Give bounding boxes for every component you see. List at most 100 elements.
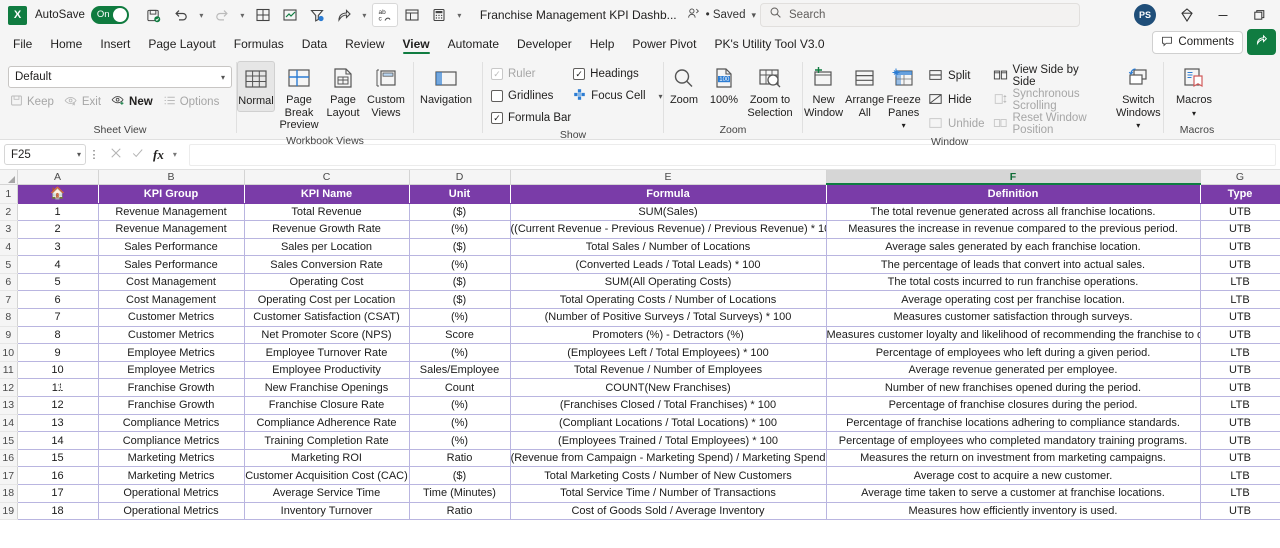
cell-kpi-name[interactable]: Training Completion Rate: [244, 431, 410, 450]
cell-kpi-group[interactable]: Employee Metrics: [98, 343, 245, 362]
cell-kpi-name[interactable]: Employee Turnover Rate: [244, 343, 410, 362]
tab-review[interactable]: Review: [336, 34, 393, 56]
cell-kpi-group[interactable]: Compliance Metrics: [98, 431, 245, 450]
cell-definition[interactable]: Measures customer loyalty and likelihood…: [826, 326, 1201, 345]
table-row[interactable]: 8 7 Customer Metrics Customer Satisfaction …: [0, 308, 1280, 327]
column-header-f[interactable]: F: [826, 170, 1201, 185]
cell-kpi-name[interactable]: Total Revenue: [244, 203, 410, 222]
chevron-down-icon[interactable]: ▾: [659, 92, 663, 101]
column-header-b[interactable]: B: [98, 170, 245, 185]
cell-kpi-group[interactable]: Cost Management: [98, 273, 245, 292]
minimize-button[interactable]: [1206, 0, 1240, 30]
cell-unit[interactable]: Time (Minutes): [409, 484, 511, 503]
undo-icon[interactable]: [168, 3, 194, 27]
zoom-button[interactable]: Zoom: [664, 61, 704, 110]
cell-type[interactable]: UTB: [1200, 203, 1280, 222]
share-arrow-icon[interactable]: [331, 3, 357, 27]
cell-kpi-name[interactable]: Operating Cost per Location: [244, 290, 410, 310]
cell-kpi-group[interactable]: Revenue Management: [98, 220, 245, 239]
cell-kpi-group[interactable]: Operational Metrics: [98, 484, 245, 503]
cell-number[interactable]: 13: [17, 414, 99, 433]
chevron-down-icon[interactable]: ▾: [173, 150, 177, 159]
cell-formula[interactable]: Total Revenue / Number of Employees: [510, 361, 827, 380]
search-box[interactable]: Search: [760, 3, 1080, 27]
cell-unit[interactable]: Ratio: [409, 449, 511, 468]
cell-kpi-name[interactable]: Employee Productivity: [244, 361, 410, 380]
cell-unit[interactable]: ($): [409, 273, 511, 292]
cell-unit[interactable]: (%): [409, 396, 511, 415]
cell-kpi-group[interactable]: Franchise Growth: [98, 378, 245, 398]
row-header-15[interactable]: 15: [0, 431, 18, 450]
cell-formula[interactable]: (Franchises Closed / Total Franchises) *…: [510, 396, 827, 415]
table-row[interactable]: 15 14 Compliance Metrics Training Completio…: [0, 431, 1280, 450]
tab-formulas[interactable]: Formulas: [225, 34, 293, 56]
cell-definition[interactable]: Average time taken to serve a customer a…: [826, 484, 1201, 503]
undo-dropdown-icon[interactable]: ▾: [195, 3, 208, 27]
tab-home[interactable]: Home: [41, 34, 91, 56]
ruler-checkbox-row[interactable]: ✓ Ruler: [491, 63, 573, 85]
table-row[interactable]: 13 12 Franchise Growth Franchise Closure Ra…: [0, 396, 1280, 415]
cell-number[interactable]: 9: [17, 343, 99, 362]
qat-more-icon[interactable]: ▾: [453, 3, 466, 27]
row-header-10[interactable]: 10: [0, 343, 18, 362]
cell-kpi-group[interactable]: Compliance Metrics: [98, 414, 245, 433]
table-row[interactable]: 14 13 Compliance Metrics Compliance Adheren…: [0, 414, 1280, 433]
focus-cell-row[interactable]: Focus Cell ▾: [573, 85, 663, 107]
cell-definition[interactable]: Measures the return on investment from m…: [826, 449, 1201, 468]
tab-file[interactable]: File: [4, 34, 41, 56]
cell-kpi-group[interactable]: Customer Metrics: [98, 326, 245, 345]
cell-unit[interactable]: (%): [409, 431, 511, 450]
cell-unit[interactable]: Sales/Employee: [409, 361, 511, 380]
cell-definition[interactable]: Average cost to acquire a new customer.: [826, 466, 1201, 485]
tab-power-pivot[interactable]: Power Pivot: [623, 34, 705, 56]
name-box-more-icon[interactable]: ⋮: [86, 148, 102, 161]
macros-button[interactable]: Macros ▾: [1164, 61, 1224, 122]
column-header-d[interactable]: D: [409, 170, 511, 185]
row-header-7[interactable]: 7: [0, 290, 18, 310]
table-row[interactable]: 4 3 Sales Performance Sales per Location ($)…: [0, 238, 1280, 257]
cell-kpi-group[interactable]: Cost Management: [98, 290, 245, 310]
cell-formula[interactable]: (Employees Trained / Total Employees) * …: [510, 431, 827, 450]
enter-check-icon[interactable]: [131, 147, 144, 162]
table-row[interactable]: 11 10 Employee Metrics Employee Productivit…: [0, 361, 1280, 380]
row-header-16[interactable]: 16: [0, 449, 18, 468]
cell-kpi-name[interactable]: Sales Conversion Rate: [244, 255, 410, 274]
keep-sheet-view-button[interactable]: Keep: [10, 94, 54, 110]
comments-button[interactable]: Comments: [1152, 30, 1243, 54]
page-break-preview-button[interactable]: Page Break Preview: [275, 61, 323, 135]
cell-type[interactable]: UTB: [1200, 431, 1280, 450]
cell-type[interactable]: LTB: [1200, 273, 1280, 292]
name-box[interactable]: F25 ▾: [4, 144, 86, 165]
cell-kpi-group[interactable]: Marketing Metrics: [98, 466, 245, 485]
cell-kpi-group[interactable]: Revenue Management: [98, 203, 245, 222]
tab-insert[interactable]: Insert: [91, 34, 139, 56]
cell-number[interactable]: 4: [17, 255, 99, 274]
cell-formula[interactable]: Promoters (%) - Detractors (%): [510, 326, 827, 345]
cell-definition[interactable]: The total revenue generated across all f…: [826, 203, 1201, 222]
cell-kpi-name[interactable]: Revenue Growth Rate: [244, 220, 410, 239]
table-row[interactable]: 16 15 Marketing Metrics Marketing ROI Ratio(…: [0, 449, 1280, 468]
cell-formula[interactable]: Total Marketing Costs / Number of New Cu…: [510, 466, 827, 485]
cell-definition[interactable]: Percentage of employees who left during …: [826, 343, 1201, 362]
row-header-5[interactable]: 5: [0, 255, 18, 274]
cell-number[interactable]: 8: [17, 326, 99, 345]
cell-kpi-group[interactable]: Franchise Growth: [98, 396, 245, 415]
cell-kpi-group[interactable]: Employee Metrics: [98, 361, 245, 380]
table-row[interactable]: 9 8 Customer Metrics Net Promoter Score (NP…: [0, 326, 1280, 345]
cell-definition[interactable]: Measures customer satisfaction through s…: [826, 308, 1201, 327]
table-icon[interactable]: [399, 3, 425, 27]
autosave-toggle[interactable]: On: [90, 6, 129, 24]
cell-number[interactable]: 1: [17, 203, 99, 222]
row-header-19[interactable]: 19: [0, 502, 18, 521]
cell-definition[interactable]: Percentage of franchise locations adheri…: [826, 414, 1201, 433]
cell-definition[interactable]: Average revenue generated per employee.: [826, 361, 1201, 380]
navigation-button[interactable]: Navigation: [414, 61, 478, 110]
select-all-corner[interactable]: [0, 170, 18, 185]
cell-type[interactable]: LTB: [1200, 396, 1280, 415]
cell-unit[interactable]: ($): [409, 238, 511, 257]
cell-formula[interactable]: Total Operating Costs / Number of Locati…: [510, 290, 827, 310]
cell-kpi-name[interactable]: New Franchise Openings: [244, 378, 410, 398]
borders-icon[interactable]: [250, 3, 276, 27]
headings-checkbox-row[interactable]: ✓ Headings: [573, 63, 663, 85]
cell-a1-home[interactable]: 🏠: [17, 184, 99, 204]
